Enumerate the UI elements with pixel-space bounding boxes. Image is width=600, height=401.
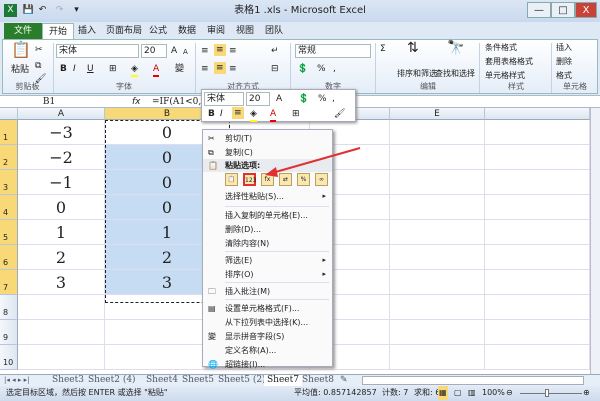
annotation-arrow bbox=[265, 147, 361, 177]
